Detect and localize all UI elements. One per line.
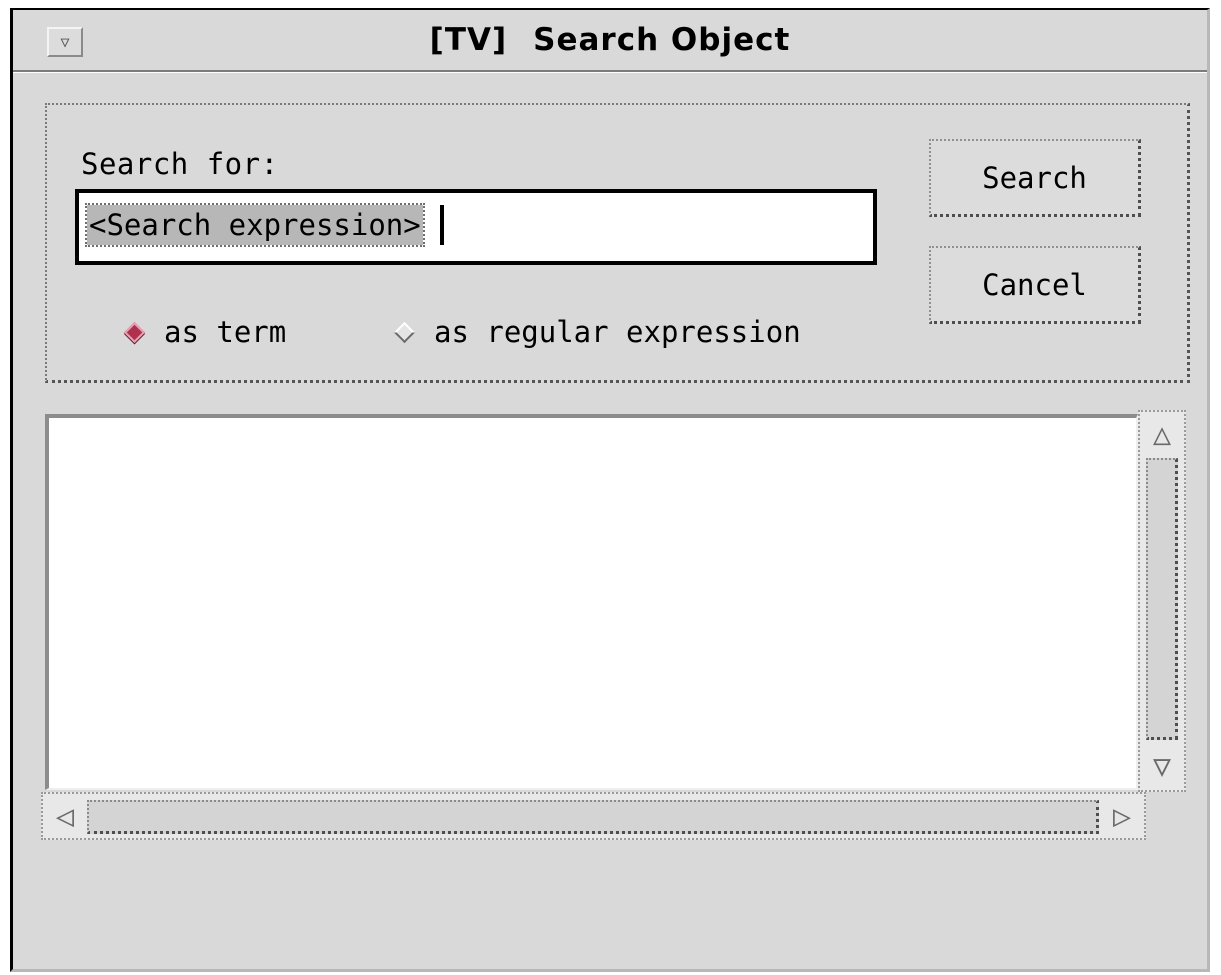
vertical-scrollbar[interactable]: △ ▽ [1138, 410, 1186, 792]
window-title: [TV] Search Object [13, 22, 1207, 58]
search-object-dialog: ▽ [TV] Search Object Search for: <Search … [10, 8, 1210, 972]
text-cursor [440, 205, 444, 245]
scroll-down-button[interactable]: ▽ [1144, 744, 1180, 788]
search-input-value[interactable]: <Search expression> [85, 203, 425, 247]
radio-as-regex-label: as regular expression [434, 315, 801, 349]
search-input[interactable]: <Search expression> [75, 189, 877, 265]
title-tag: [TV] [429, 22, 508, 58]
search-group: Search for: <Search expression> as term … [45, 103, 1190, 383]
scroll-up-button[interactable]: △ [1144, 414, 1180, 454]
scroll-right-button[interactable]: ▷ [1101, 796, 1143, 836]
vertical-scroll-thumb[interactable] [1146, 458, 1178, 740]
title-bar[interactable]: ▽ [TV] Search Object [13, 10, 1207, 72]
triangle-up-icon: △ [1152, 416, 1172, 452]
radio-unselected-icon[interactable] [393, 321, 416, 343]
search-for-label: Search for: [81, 147, 279, 181]
horizontal-scroll-thumb[interactable] [87, 800, 1099, 834]
title-text: Search Object [533, 22, 791, 58]
results-list[interactable] [45, 414, 1138, 790]
triangle-left-icon: ◁ [55, 798, 75, 834]
radio-selected-icon[interactable] [123, 321, 146, 343]
triangle-right-icon: ▷ [1112, 798, 1132, 834]
cancel-button[interactable]: Cancel [929, 246, 1141, 324]
radio-as-term-label: as term [164, 315, 287, 349]
horizontal-scrollbar[interactable]: ◁ ▷ [41, 792, 1146, 840]
search-button[interactable]: Search [929, 139, 1141, 217]
scroll-left-button[interactable]: ◁ [45, 796, 85, 836]
triangle-down-icon: ▽ [1152, 748, 1172, 784]
radio-as-regular-expression[interactable]: as regular expression [393, 315, 801, 349]
radio-as-term[interactable]: as term [123, 315, 287, 349]
